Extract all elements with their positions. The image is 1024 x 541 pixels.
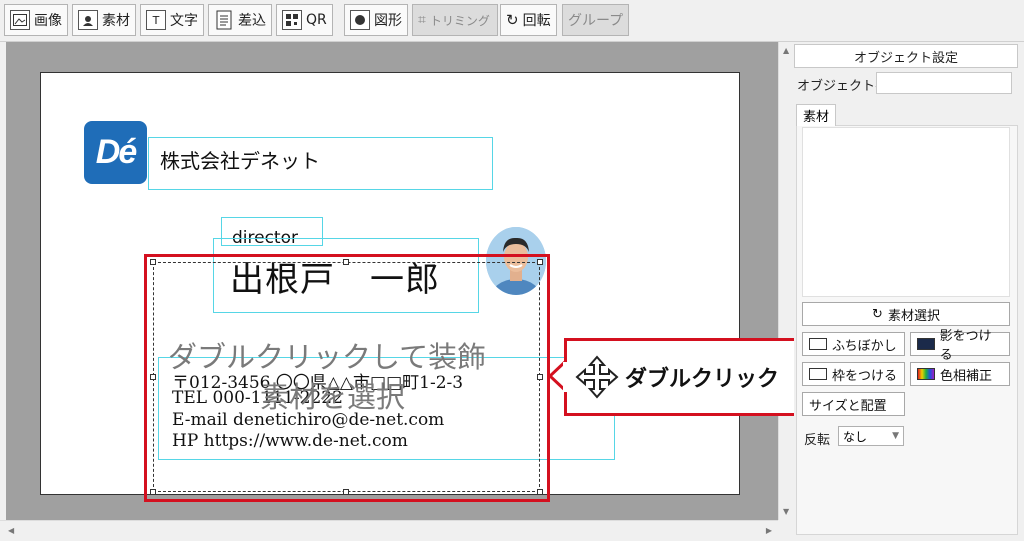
scroll-left-icon[interactable]: ◀ (8, 526, 14, 535)
resize-handle[interactable] (343, 489, 349, 495)
logo-text: Dé (95, 133, 137, 171)
text-button-label: 文字 (170, 13, 198, 29)
vertical-scrollbar[interactable]: ▲ ▼ (778, 42, 794, 520)
text-icon: T (146, 10, 166, 30)
qr-icon (282, 10, 302, 30)
chevron-down-icon: ▼ (892, 431, 899, 441)
insert-button[interactable]: 差込 (208, 4, 272, 36)
material-button[interactable]: 素材 (72, 4, 136, 36)
resize-handle[interactable] (537, 374, 543, 380)
material-icon (78, 10, 98, 30)
blur-edge-button[interactable]: ふちぼかし (802, 332, 905, 356)
move-arrows-icon (575, 355, 619, 399)
resize-handle[interactable] (537, 259, 543, 265)
flip-select[interactable]: なし ▼ (838, 426, 904, 446)
text-button[interactable]: T 文字 (140, 4, 204, 36)
scroll-down-icon[interactable]: ▼ (783, 507, 789, 516)
group-button[interactable]: グループ (562, 4, 630, 36)
refresh-icon: ↻ (872, 306, 883, 322)
object-name-input[interactable] (876, 72, 1012, 94)
document-icon (214, 10, 234, 30)
panel-title: オブジェクト設定 (794, 44, 1018, 68)
resize-handle[interactable] (150, 259, 156, 265)
tab-material[interactable]: 素材 (796, 104, 837, 126)
object-name-label: オブジェクト名 (797, 79, 889, 94)
scroll-up-icon[interactable]: ▲ (783, 46, 789, 55)
shadow-icon (917, 338, 935, 350)
group-button-label: グループ (568, 13, 624, 29)
resize-handle[interactable] (343, 259, 349, 265)
object-settings-panel: オブジェクト設定 オブジェクト名 素材 ↻ 素材選択 ふちぼかし 影をつける 枠… (794, 42, 1024, 541)
rotate-button-label: 回転 (522, 13, 551, 29)
qr-button-label: QR (306, 12, 327, 28)
callout-pointer-join (563, 362, 567, 392)
select-material-button[interactable]: ↻ 素材選択 (802, 302, 1010, 326)
material-preview (802, 127, 1010, 297)
resize-handle[interactable] (150, 489, 156, 495)
trim-button[interactable]: ⌗ トリミング (412, 4, 498, 36)
flip-label: 反転 (804, 433, 831, 448)
shape-button[interactable]: 図形 (344, 4, 408, 36)
company-logo[interactable]: Dé (84, 121, 147, 184)
resize-handle[interactable] (150, 374, 156, 380)
add-frame-button[interactable]: 枠をつける (802, 362, 905, 386)
image-button-label: 画像 (34, 13, 62, 29)
horizontal-scrollbar[interactable]: ◀ ▶ (0, 520, 778, 541)
company-name: 株式会社デネット (160, 149, 320, 173)
add-shadow-button[interactable]: 影をつける (910, 329, 1010, 363)
main-toolbar: 画像 素材 T 文字 差込 QR 図形 ⌗ トリミング ↻ 回転 グループ (0, 0, 1024, 42)
hue-correction-button[interactable]: 色相補正 (910, 362, 1010, 386)
qr-button[interactable]: QR (276, 4, 333, 36)
shape-button-label: 図形 (374, 13, 402, 29)
callout-label: ダブルクリック (625, 367, 780, 392)
scroll-right-icon[interactable]: ▶ (766, 526, 772, 535)
crop-icon: ⌗ (418, 12, 426, 28)
rotate-icon: ↻ (506, 11, 519, 29)
resize-handle[interactable] (537, 489, 543, 495)
trim-button-label: トリミング (429, 13, 490, 28)
double-click-callout: ダブルクリック (564, 338, 822, 416)
shape-icon (350, 10, 370, 30)
insert-button-label: 差込 (238, 13, 266, 29)
material-button-label: 素材 (102, 13, 130, 29)
rotate-button[interactable]: ↻ 回転 (500, 4, 557, 36)
image-button[interactable]: 画像 (4, 4, 68, 36)
image-icon (10, 10, 30, 30)
blur-edge-icon (809, 338, 827, 350)
frame-icon (809, 368, 827, 380)
selection-bounding-box[interactable] (153, 262, 540, 492)
size-position-button[interactable]: サイズと配置 (802, 392, 905, 416)
color-hue-icon (917, 368, 935, 380)
